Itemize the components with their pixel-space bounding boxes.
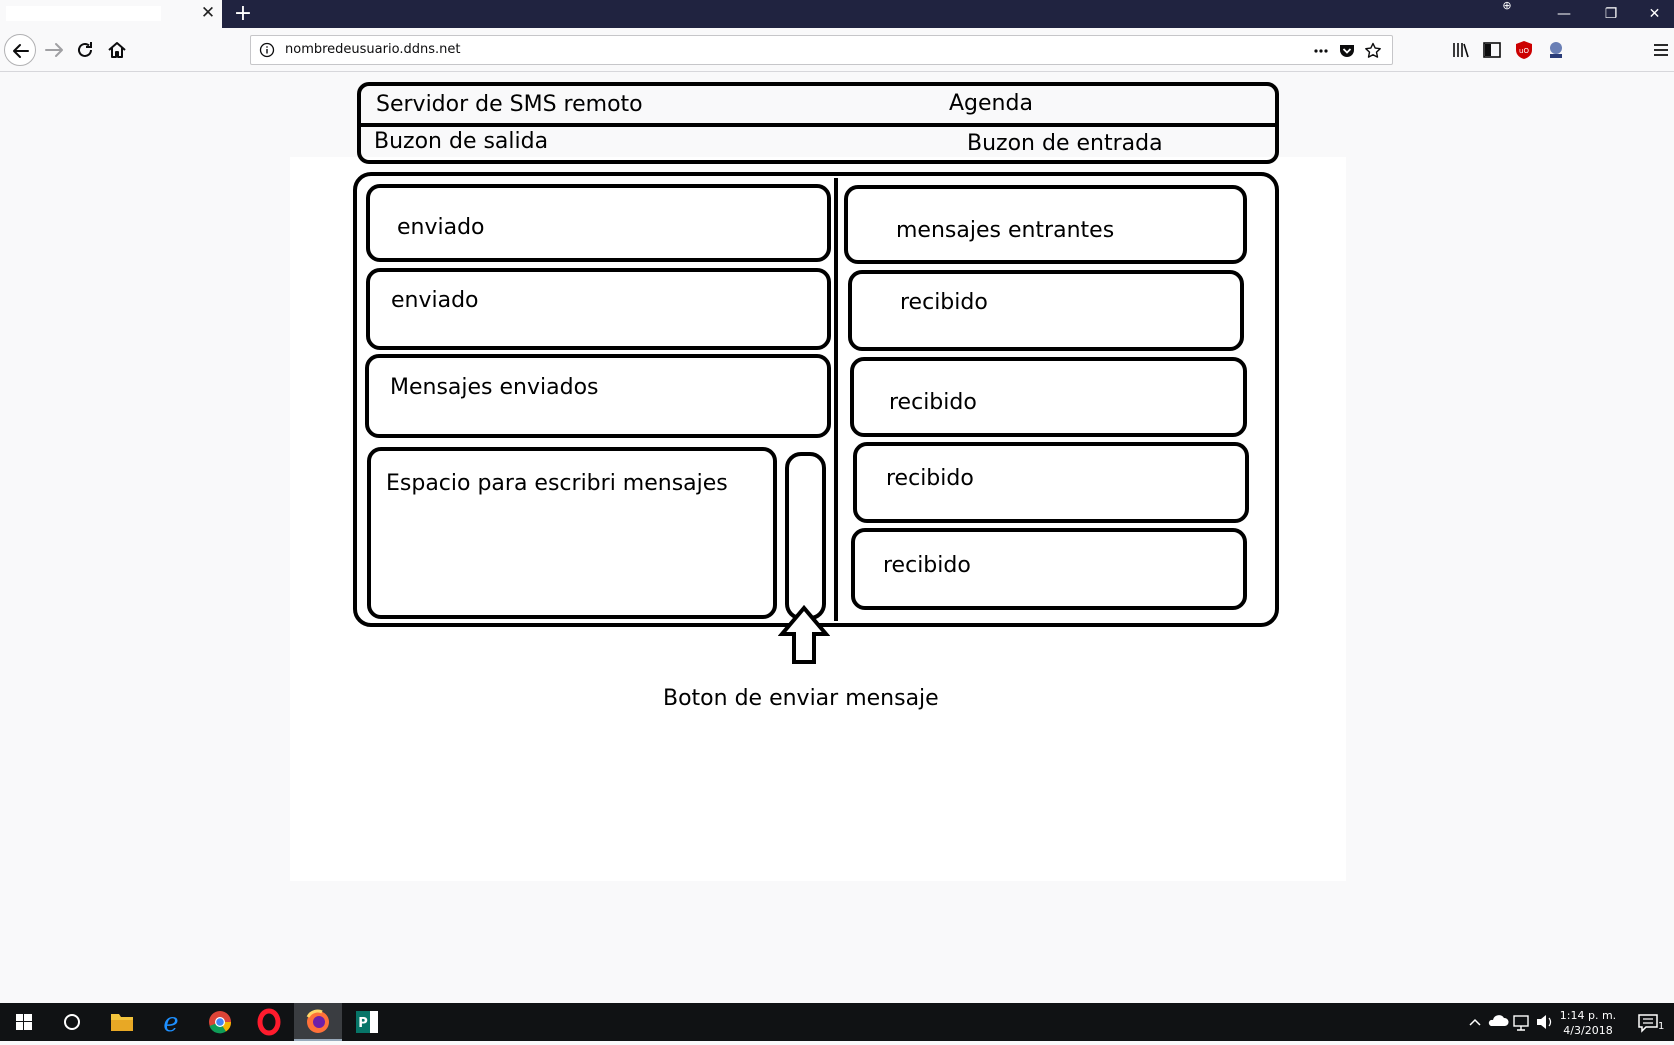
forward-button[interactable] (42, 38, 66, 62)
network-icon[interactable] (1511, 1003, 1533, 1041)
tab-close-button[interactable]: ✕ (198, 3, 218, 23)
navigation-toolbar: nombredeusuario.ddns.net uO (0, 28, 1674, 72)
taskbar-opera[interactable] (245, 1003, 293, 1041)
svg-text:P: P (358, 1016, 368, 1031)
app-title: Servidor de SMS remoto (376, 92, 643, 117)
home-button[interactable] (105, 38, 129, 62)
svg-text:e: e (163, 1008, 178, 1038)
restore-button[interactable]: ❐ (1588, 0, 1634, 28)
bookmark-star-icon[interactable] (1364, 42, 1382, 60)
clock-time: 1:14 p. m. (1559, 1009, 1617, 1022)
new-tab-button[interactable]: + (231, 1, 255, 27)
taskbar-publisher[interactable]: P (343, 1003, 391, 1041)
back-arrow-icon (13, 44, 29, 58)
agenda-link[interactable]: Agenda (949, 91, 1033, 116)
received-message-text: recibido (889, 390, 977, 415)
up-arrow-icon (778, 604, 830, 664)
ublock-icon[interactable]: uO (1514, 40, 1534, 60)
incoming-messages-label: mensajes entrantes (896, 218, 1115, 243)
firefox-icon (306, 1009, 329, 1033)
browser-titlebar: ✕ + ⊕ — ❐ ✕ (0, 0, 1674, 28)
publisher-icon: P (356, 1011, 378, 1033)
send-message-button[interactable] (785, 452, 826, 620)
system-clock[interactable]: 1:14 p. m. 4/3/2018 (1556, 1008, 1620, 1038)
inbox-tab[interactable]: Buzon de entrada (967, 131, 1163, 156)
url-text[interactable]: nombredeusuario.ddns.net (285, 42, 460, 57)
back-button[interactable] (4, 34, 36, 66)
extension-icon[interactable] (1546, 40, 1566, 60)
reload-button[interactable] (73, 38, 97, 62)
received-message-text: recibido (883, 553, 971, 578)
browser-tab[interactable]: ✕ (0, 0, 222, 28)
close-window-button[interactable]: ✕ (1635, 0, 1674, 28)
onedrive-icon[interactable] (1487, 1003, 1509, 1041)
chrome-icon (209, 1011, 232, 1034)
outbox-tab[interactable]: Buzon de salida (374, 129, 548, 154)
cortana-icon (64, 1014, 80, 1030)
folder-icon (111, 1014, 133, 1031)
sent-messages-label: Mensajes enviados (390, 375, 599, 400)
taskbar-file-explorer[interactable] (98, 1003, 146, 1041)
taskbar-edge[interactable]: e (147, 1003, 195, 1041)
sent-message-text: enviado (391, 288, 479, 313)
notification-count-badge: 1 (1658, 1021, 1665, 1032)
taskbar-firefox[interactable] (294, 1003, 342, 1041)
windows-logo-icon (16, 1014, 32, 1030)
compose-placeholder: Espacio para escribri mensajes (386, 471, 728, 496)
minimize-button[interactable]: — (1541, 0, 1587, 28)
taskbar-chrome[interactable] (196, 1003, 244, 1041)
forward-arrow-icon (45, 43, 63, 57)
site-info-icon[interactable] (259, 42, 275, 58)
pocket-icon[interactable] (1338, 42, 1356, 60)
sidebar-icon[interactable] (1482, 40, 1502, 60)
header-divider (361, 123, 1275, 127)
sent-message-text: enviado (397, 215, 485, 240)
reload-icon (78, 42, 92, 57)
send-button-caption: Boton de enviar mensaje (663, 686, 939, 711)
panel-divider (834, 178, 838, 621)
svg-text:uO: uO (1519, 47, 1529, 55)
edge-icon: e (163, 1008, 178, 1038)
opera-icon (257, 1008, 281, 1036)
received-message-text: recibido (886, 466, 974, 491)
received-message-text: recibido (900, 290, 988, 315)
volume-icon[interactable] (1533, 1003, 1555, 1041)
tab-overflow-icon[interactable]: ⊕ (1497, 0, 1517, 14)
home-icon (108, 42, 126, 58)
cortana-button[interactable] (48, 1003, 96, 1041)
windows-taskbar: e P 1:14 p. m. 4/3/2018 1 (0, 1003, 1674, 1041)
clock-date: 4/3/2018 (1563, 1024, 1613, 1037)
start-button[interactable] (0, 1003, 48, 1041)
library-icon[interactable] (1451, 40, 1471, 60)
page-actions-icon[interactable] (1312, 42, 1330, 60)
menu-icon[interactable] (1651, 40, 1671, 60)
address-bar[interactable]: nombredeusuario.ddns.net (250, 35, 1393, 65)
tab-title (6, 6, 161, 21)
show-hidden-icons-icon[interactable] (1465, 1003, 1485, 1041)
